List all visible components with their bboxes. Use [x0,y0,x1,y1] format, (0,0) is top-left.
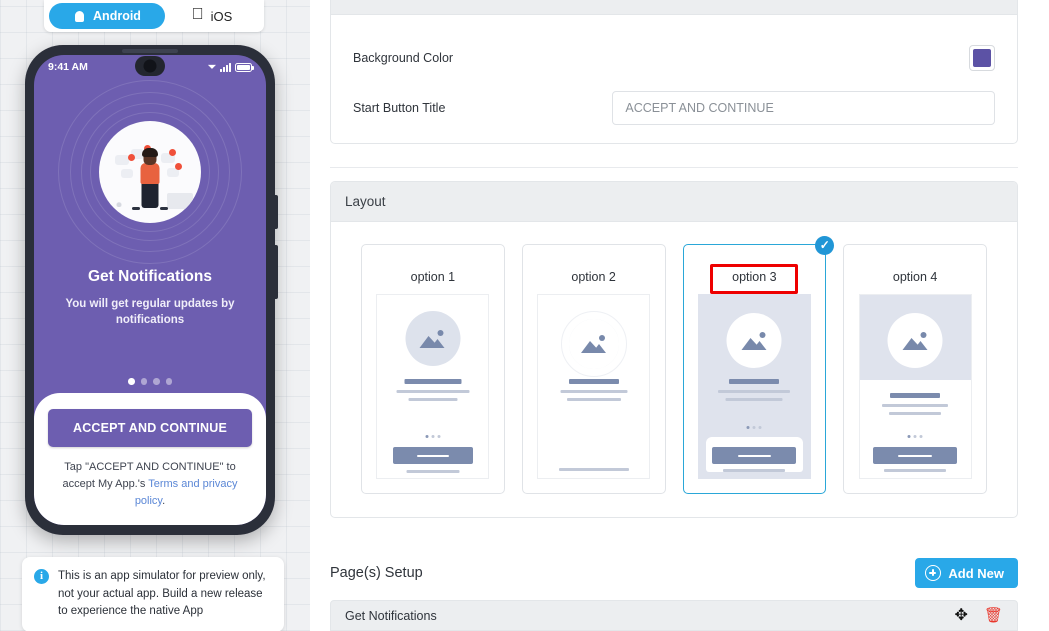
layout-options-list: option 1 option 2 ✓ option 3 option 4 [331,222,1017,520]
layout-card-header: Layout [331,182,1017,222]
layout-option-1-thumbnail [376,294,490,479]
appearance-settings-card: Background Color Start Button Title [330,0,1018,144]
app-root: Android  iOS 9:41 AM ⏷ [0,0,1049,631]
start-button-title-label: Start Button Title [353,101,446,115]
layout-option-1-label: option 1 [410,270,456,284]
apple-icon:  [192,7,204,23]
background-color-picker[interactable] [969,45,995,71]
pager-dot[interactable] [140,378,147,385]
background-color-label: Background Color [353,51,454,65]
phone-speaker [122,49,178,53]
onboarding-subtitle: You will get regular updates by notifica… [65,298,235,326]
tab-android-label: Android [93,9,141,23]
battery-icon [235,62,254,72]
tab-ios[interactable]:  iOS [165,3,259,29]
cta-sheet: ACCEPT AND CONTINUE Tap "ACCEPT AND CONT… [34,393,266,525]
page-row-actions: ✥ 🗑 [955,607,1003,624]
onboarding-illustration [34,79,266,264]
add-new-button-label: Add New [948,565,1004,581]
pager-dot[interactable] [153,378,160,385]
layout-option-3[interactable]: ✓ option 3 [682,236,835,494]
layout-option-4-thumbnail [858,294,972,479]
phone-simulator: 9:41 AM ⏷ Get Notifications You will get… [25,45,278,535]
layout-card: Layout option 1 option 2 ✓ option 3 opti… [330,181,1018,518]
onboarding-title: Get Notifications [87,268,212,285]
phone-notch-camera [135,56,165,76]
layout-option-3-label: option 3 [732,270,777,284]
android-icon [73,10,86,23]
check-icon: ✓ [815,236,835,255]
layout-option-2-thumbnail [537,294,651,479]
status-icons: ⏷ [208,61,254,73]
phone-screen: 9:41 AM ⏷ Get Notifications You will get… [34,55,266,525]
plus-circle-icon [925,565,942,581]
info-icon: i [34,569,49,584]
appearance-settings-card-header [331,0,1017,15]
trash-icon[interactable]: 🗑 [984,608,1003,623]
page-row-label: Get Notifications [345,608,437,623]
simulator-info-text: This is an app simulator for preview onl… [58,570,266,617]
terms-and-privacy-link[interactable]: Terms and privacy policy [135,478,238,507]
pages-setup-title: Page(s) Setup [330,565,423,581]
layout-option-4-label: option 4 [892,270,938,284]
start-button-title-row: Start Button Title [331,85,1017,131]
illustration-circle [99,120,201,223]
page-row[interactable]: Get Notifications ✥ 🗑 [330,600,1018,631]
phone-side-button-2 [275,245,278,299]
layout-option-3-thumbnail [697,294,811,479]
layout-option-2-label: option 2 [571,270,616,284]
phone-status-bar: 9:41 AM ⏷ [34,55,266,79]
terms-note: Tap "ACCEPT AND CONTINUE" to accept My A… [48,459,252,510]
platform-switch: Android  iOS [44,0,264,32]
signal-bars-icon [220,62,231,72]
wifi-icon: ⏷ [208,61,216,73]
section-divider [330,167,1018,168]
layout-option-4[interactable]: option 4 [843,244,987,494]
content-pane: Background Color Start Button Title Layo… [310,0,1049,631]
pages-setup-header: Page(s) Setup Add New [330,552,1018,594]
pager-dots[interactable] [34,378,266,385]
status-time: 9:41 AM [48,61,88,73]
pager-dot[interactable] [128,378,135,385]
move-icon[interactable]: ✥ [955,607,968,624]
tab-ios-label: iOS [204,8,233,24]
start-button-title-input[interactable] [612,91,995,125]
simulator-info-note: i This is an app simulator for preview o… [22,557,284,631]
phone-side-button-1 [275,195,278,229]
pager-dot[interactable] [165,378,172,385]
layout-option-1[interactable]: option 1 [361,244,505,494]
layout-option-2[interactable]: option 2 [521,244,666,494]
add-new-button[interactable]: Add New [915,558,1018,588]
preview-pane: Android  iOS 9:41 AM ⏷ [0,0,310,631]
accept-and-continue-button[interactable]: ACCEPT AND CONTINUE [48,409,252,447]
terms-note-suffix: . [162,495,166,507]
background-color-row: Background Color [331,31,1017,85]
tab-android[interactable]: Android [49,3,165,29]
background-color-swatch [973,49,991,67]
